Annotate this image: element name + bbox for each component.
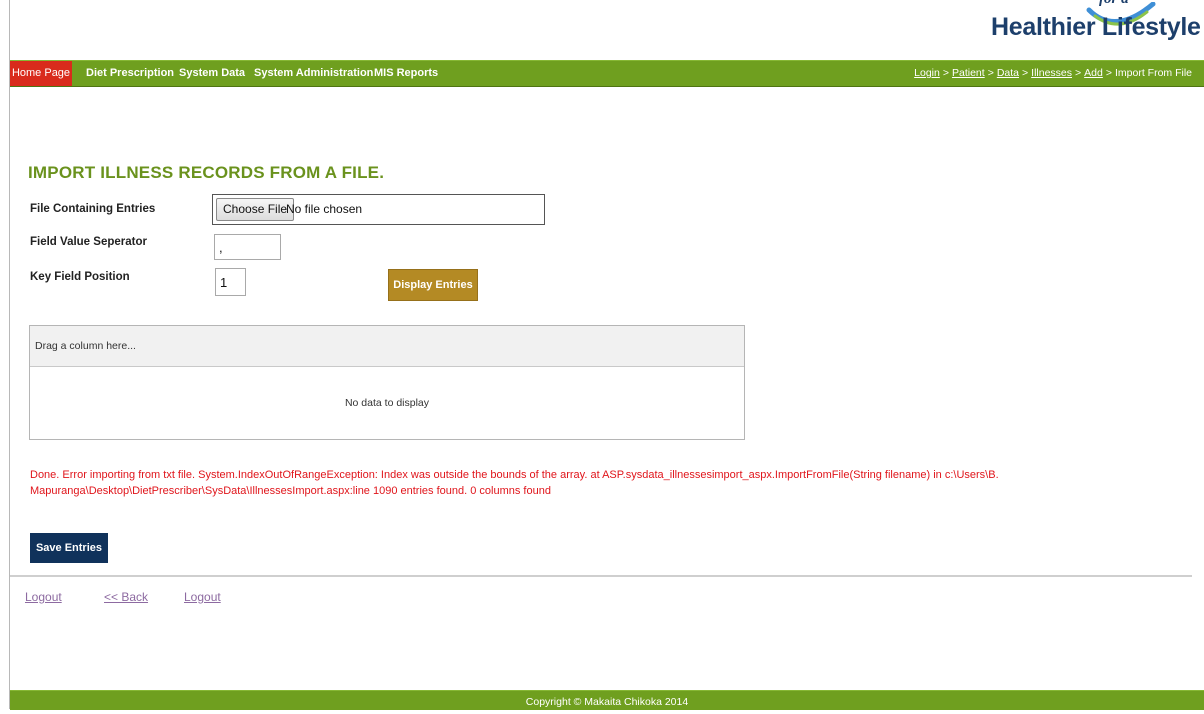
breadcrumb-separator: > <box>987 67 994 79</box>
save-entries-button[interactable]: Save Entries <box>30 533 108 563</box>
grid-empty-text: No data to display <box>344 397 430 409</box>
logout-link[interactable]: Logout <box>25 590 62 604</box>
site-logo[interactable]: for a Healthier Lifestyle <box>985 0 1200 52</box>
entries-grid: Drag a column here... No data to display <box>29 325 745 440</box>
breadcrumb-data[interactable]: Data <box>997 67 1019 79</box>
breadcrumb-login[interactable]: Login <box>914 67 940 79</box>
nav-home-page[interactable]: Home Page <box>10 61 72 86</box>
choose-file-button[interactable]: Choose File <box>216 198 295 221</box>
error-message: Done. Error importing from txt file. Sys… <box>30 469 999 497</box>
file-status-text: No file chosen <box>286 202 363 216</box>
divider <box>10 575 1192 577</box>
copyright-text: Copyright © Makaita Chikoka 2014 <box>525 696 689 708</box>
page-title: IMPORT ILLNESS RECORDS FROM A FILE. <box>28 163 385 182</box>
nav-system-administration[interactable]: System Administration <box>254 61 373 86</box>
display-entries-button[interactable]: Display Entries <box>388 269 478 301</box>
breadcrumb-patient[interactable]: Patient <box>952 67 985 79</box>
key-field-label: Key Field Position <box>30 271 130 283</box>
nav-mis-reports[interactable]: MIS Reports <box>374 61 438 86</box>
logout-link-secondary[interactable]: Logout <box>184 590 221 604</box>
breadcrumb-add[interactable]: Add <box>1084 67 1103 79</box>
page-left-border <box>9 0 10 709</box>
file-input[interactable]: Choose File No file chosen <box>212 194 545 225</box>
breadcrumb-separator: > <box>1105 67 1112 79</box>
logo-title: Healthier Lifestyle <box>991 13 1200 41</box>
separator-field-label: Field Value Seperator <box>30 236 147 248</box>
breadcrumb: Login > Patient > Data > Illnesses > Add > Import … <box>914 61 1192 86</box>
file-field-label: File Containing Entries <box>30 203 156 215</box>
breadcrumb-separator: > <box>1075 67 1082 79</box>
main-navbar: Home Page Diet Prescription System Data … <box>10 60 1204 87</box>
grid-group-panel[interactable]: Drag a column here... <box>30 326 744 367</box>
grid-group-hint: Drag a column here... <box>35 340 136 352</box>
back-link[interactable]: << Back <box>104 590 148 604</box>
breadcrumb-current: Import From File <box>1114 67 1192 79</box>
footer-bar: Copyright © Makaita Chikoka 2014 <box>10 690 1204 710</box>
breadcrumb-separator: > <box>1022 67 1029 79</box>
key-position-input[interactable] <box>215 268 246 296</box>
nav-system-data[interactable]: System Data <box>179 61 245 86</box>
nav-diet-prescription[interactable]: Diet Prescription <box>86 61 174 86</box>
separator-input[interactable] <box>214 234 281 260</box>
breadcrumb-separator: > <box>942 67 949 79</box>
breadcrumb-illnesses[interactable]: Illnesses <box>1031 67 1072 79</box>
